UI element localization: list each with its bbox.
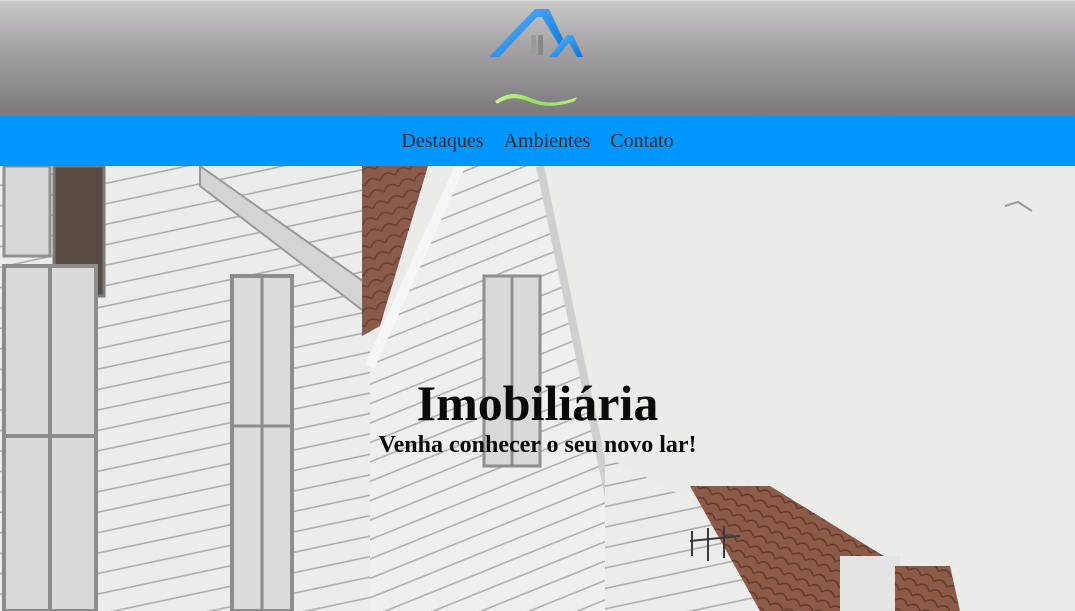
hero-title: Imobiliária	[416, 375, 659, 431]
nav-link-ambientes[interactable]: Ambientes	[504, 130, 591, 153]
hero-banner: Imobiliária Venha conhecer o seu novo la…	[0, 166, 1075, 611]
nav-link-contato[interactable]: Contato	[610, 130, 673, 153]
site-header	[0, 0, 1075, 116]
house-roof-logo-icon[interactable]	[487, 5, 587, 111]
hero-subtitle: Venha conhecer o seu novo lar!	[378, 432, 697, 458]
nav-link-destaques[interactable]: Destaques	[401, 130, 483, 153]
main-navigation: Destaques Ambientes Contato	[0, 116, 1075, 166]
